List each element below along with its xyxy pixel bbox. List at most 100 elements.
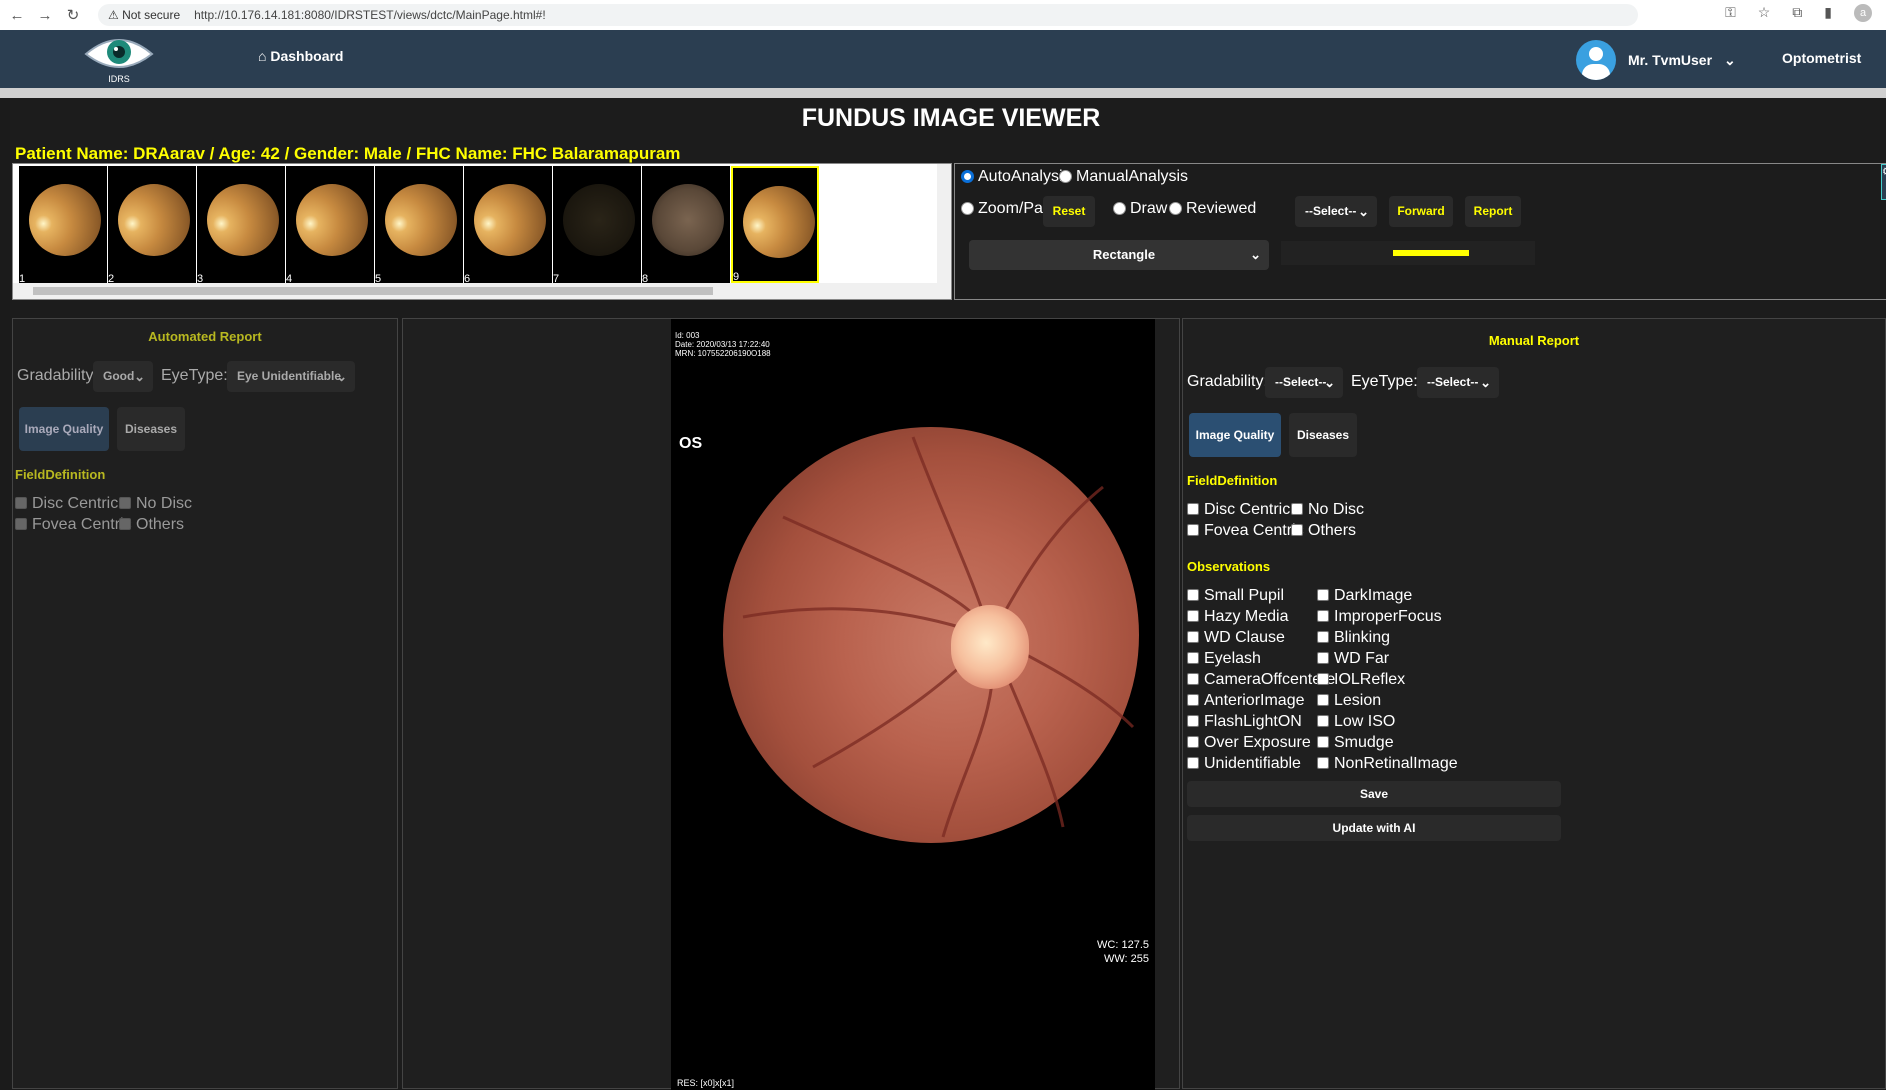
observation-checkbox[interactable]: Eyelash [1187, 650, 1261, 668]
observation-checkbox[interactable]: FlashLightON [1187, 713, 1302, 731]
forward-button[interactable]: Forward [1389, 196, 1453, 227]
auto-analysis-option[interactable]: AutoAnalysis [961, 168, 1071, 186]
dashboard-link[interactable]: ⌂ Dashboard [258, 48, 343, 64]
checkbox-box[interactable] [1291, 524, 1303, 536]
profile-avatar[interactable]: a [1854, 4, 1872, 22]
manual-tab-diseases[interactable]: Diseases [1289, 413, 1357, 457]
save-button[interactable]: Save [1187, 781, 1561, 807]
shape-select[interactable]: Rectangle ⌄ [969, 240, 1269, 270]
observation-checkbox[interactable]: Over Exposure [1187, 734, 1311, 752]
thumbnail-strip[interactable]: 123456789 [12, 163, 952, 300]
manual-eyetype-select[interactable]: --Select-- ⌄ [1417, 367, 1499, 398]
checkbox-box[interactable] [1187, 673, 1199, 685]
observation-checkbox[interactable]: Unidentifiable [1187, 755, 1301, 773]
observation-checkbox[interactable]: Small Pupil [1187, 587, 1284, 605]
observation-checkbox[interactable]: Hazy Media [1187, 608, 1288, 626]
reviewed-option[interactable]: Reviewed [1169, 200, 1256, 218]
observation-checkbox[interactable]: NonRetinalImage [1317, 755, 1458, 773]
review-select[interactable]: --Select-- ⌄ [1295, 196, 1377, 227]
checkbox-box[interactable] [1187, 652, 1199, 664]
checkbox-box[interactable] [1317, 652, 1329, 664]
reload-icon[interactable]: ↻ [62, 6, 84, 24]
settings-side-tab[interactable]: ⚙ [1881, 164, 1886, 200]
key-icon[interactable]: ⚿ [1725, 4, 1736, 22]
checkbox-box[interactable] [119, 518, 131, 530]
observation-checkbox[interactable]: IOLReflex [1317, 671, 1405, 689]
thumbnail-item[interactable]: 3 [197, 166, 285, 285]
thumbnail-item[interactable]: 6 [464, 166, 552, 285]
manual-checkbox-disc-centric[interactable]: Disc Centric [1187, 501, 1290, 519]
update-with-ai-button[interactable]: Update with AI [1187, 815, 1561, 841]
radio-unselected[interactable] [1113, 202, 1126, 215]
observation-checkbox[interactable]: WD Clause [1187, 629, 1285, 647]
checkbox-box[interactable] [1317, 631, 1329, 643]
observation-checkbox[interactable]: Smudge [1317, 734, 1394, 752]
observation-checkbox[interactable]: CameraOffcentere [1187, 671, 1335, 689]
checkbox-box[interactable] [15, 518, 27, 530]
thumbnail-item[interactable]: 8 [642, 166, 730, 285]
thumbnail-item[interactable]: 2 [108, 166, 196, 285]
reset-button[interactable]: Reset [1043, 196, 1095, 227]
forward-icon[interactable]: → [34, 7, 56, 24]
address-bar[interactable]: ⚠ Not secure http://10.176.14.181:8080/I… [98, 4, 1638, 26]
radio-unselected[interactable] [1059, 170, 1072, 183]
auto-tab-diseases[interactable]: Diseases [117, 407, 185, 451]
observation-checkbox[interactable]: WD Far [1317, 650, 1389, 668]
report-button[interactable]: Report [1465, 196, 1521, 227]
checkbox-box[interactable] [1317, 736, 1329, 748]
checkbox-box[interactable] [1317, 757, 1329, 769]
thumbnail-item[interactable]: 5 [375, 166, 463, 285]
observation-checkbox[interactable]: Low ISO [1317, 713, 1395, 731]
checkbox-box[interactable] [1317, 610, 1329, 622]
bookmark-star-icon[interactable]: ☆ [1758, 4, 1771, 22]
scrollbar-thumb[interactable] [33, 287, 713, 295]
zoom-pan-option[interactable]: Zoom/Pan [961, 200, 1052, 218]
manual-checkbox-no-disc[interactable]: No Disc [1291, 501, 1364, 519]
auto-checkbox-others[interactable]: Others [119, 516, 184, 534]
thumbnail-item[interactable]: 7 [553, 166, 641, 285]
auto-checkbox-no-disc[interactable]: No Disc [119, 495, 192, 513]
security-warning[interactable]: ⚠ Not secure [108, 8, 180, 22]
extensions-icon[interactable]: ⧉ [1792, 4, 1802, 22]
manual-checkbox-others[interactable]: Others [1291, 522, 1356, 540]
checkbox-box[interactable] [15, 497, 27, 509]
observation-checkbox[interactable]: Lesion [1317, 692, 1381, 710]
auto-eyetype-select[interactable]: Eye Unidentifiable ⌄ [227, 361, 355, 392]
checkbox-box[interactable] [1187, 736, 1199, 748]
checkbox-box[interactable] [1317, 694, 1329, 706]
back-icon[interactable]: ← [6, 7, 28, 24]
thumbnail-item[interactable]: 1 [19, 166, 107, 285]
checkbox-box[interactable] [1187, 631, 1199, 643]
checkbox-box[interactable] [1317, 589, 1329, 601]
user-menu[interactable]: Mr. TvmUser ⌄ [1576, 40, 1736, 80]
thumbnail-horizontal-scrollbar[interactable] [13, 283, 951, 299]
checkbox-box[interactable] [1187, 694, 1199, 706]
thumbnail-item[interactable]: 9 [731, 166, 819, 283]
observation-checkbox[interactable]: DarkImage [1317, 587, 1412, 605]
checkbox-box[interactable] [1187, 524, 1199, 536]
radio-unselected[interactable] [961, 202, 974, 215]
checkbox-box[interactable] [1187, 503, 1199, 515]
checkbox-box[interactable] [1187, 610, 1199, 622]
manual-analysis-option[interactable]: ManualAnalysis [1059, 168, 1188, 186]
checkbox-box[interactable] [1317, 673, 1329, 685]
auto-checkbox-disc-centric[interactable]: Disc Centric [15, 495, 118, 513]
thumbnail-vertical-scrollbar[interactable] [937, 164, 951, 284]
manual-checkbox-fovea-centric[interactable]: Fovea Centric [1187, 522, 1304, 540]
checkbox-box[interactable] [1187, 715, 1199, 727]
manual-tab-image-quality[interactable]: Image Quality [1189, 413, 1281, 457]
auto-gradability-select[interactable]: Good ⌄ [93, 361, 153, 392]
idrs-logo[interactable]: IDRS [82, 32, 156, 86]
auto-checkbox-fovea-centric[interactable]: Fovea Centric [15, 516, 132, 534]
manual-gradability-select[interactable]: --Select-- ⌄ [1265, 367, 1343, 398]
fundus-retina-image[interactable] [723, 427, 1139, 843]
draw-option[interactable]: Draw [1113, 200, 1167, 218]
observation-checkbox[interactable]: Blinking [1317, 629, 1390, 647]
draw-color-picker[interactable] [1281, 241, 1535, 265]
fundus-image-canvas[interactable]: Id: 003 Date: 2020/03/13 17:22:40 MRN: 1… [671, 319, 1155, 1090]
checkbox-box[interactable] [1291, 503, 1303, 515]
checkbox-box[interactable] [1187, 589, 1199, 601]
observation-checkbox[interactable]: ImproperFocus [1317, 608, 1442, 626]
checkbox-box[interactable] [119, 497, 131, 509]
radio-unselected[interactable] [1169, 202, 1182, 215]
